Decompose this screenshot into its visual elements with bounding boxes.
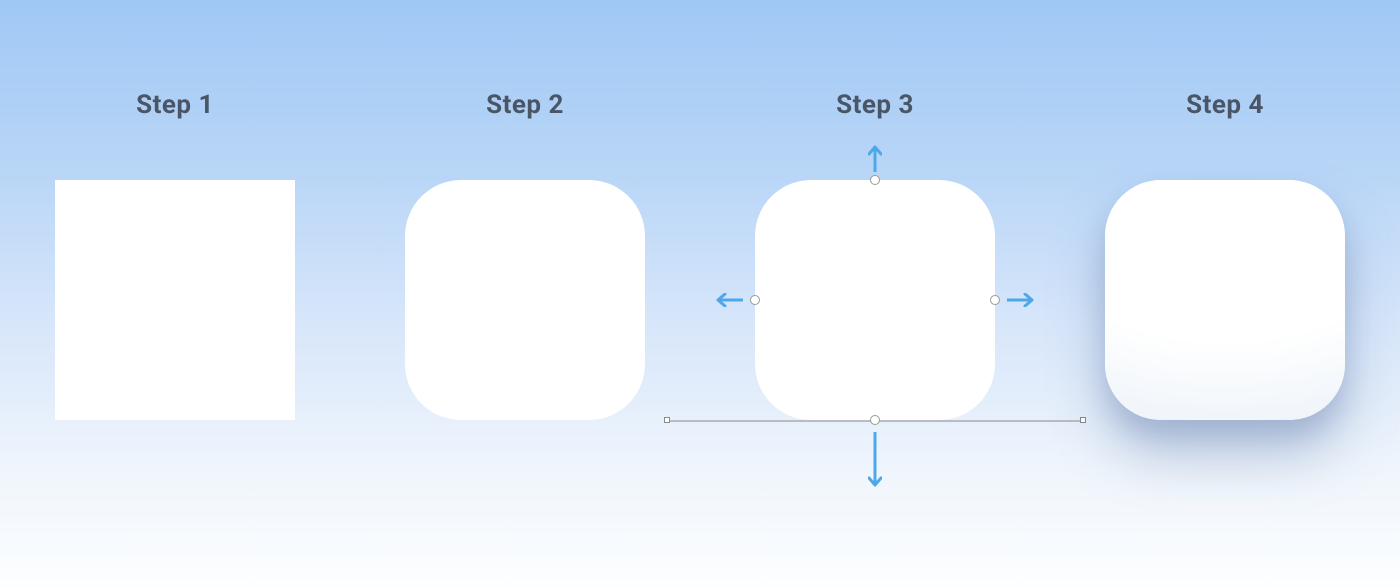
square-shape [55,180,295,420]
step-4-shape-area [1105,180,1345,420]
step-1-shape-area [55,180,295,420]
arrow-up-icon [868,144,882,172]
rounded-square-final-shape [1105,180,1345,420]
arrow-left-icon [715,293,743,307]
step-3-shape-area [755,180,995,420]
tutorial-canvas: Step 1 Step 2 Step 3 [0,0,1400,587]
rounded-square-editing-shape[interactable] [755,180,995,420]
step-1-label: Step 1 [136,90,214,120]
arrow-right-icon [1007,293,1035,307]
bezier-tangent-handle-left[interactable] [664,417,670,423]
arrow-down-icon [868,432,882,488]
step-2-shape-area [405,180,645,420]
anchor-point-left[interactable] [750,295,760,305]
bezier-tangent-handle-right[interactable] [1080,417,1086,423]
rounded-square-shape [405,180,645,420]
step-4-label: Step 4 [1186,90,1264,120]
anchor-point-right[interactable] [990,295,1000,305]
step-2: Step 2 [350,90,700,420]
step-2-label: Step 2 [486,90,564,120]
step-3-label: Step 3 [836,90,914,120]
anchor-point-bottom[interactable] [870,415,880,425]
step-3: Step 3 [700,90,1050,420]
step-4: Step 4 [1050,90,1400,420]
step-1: Step 1 [0,90,350,420]
anchor-point-top[interactable] [870,175,880,185]
